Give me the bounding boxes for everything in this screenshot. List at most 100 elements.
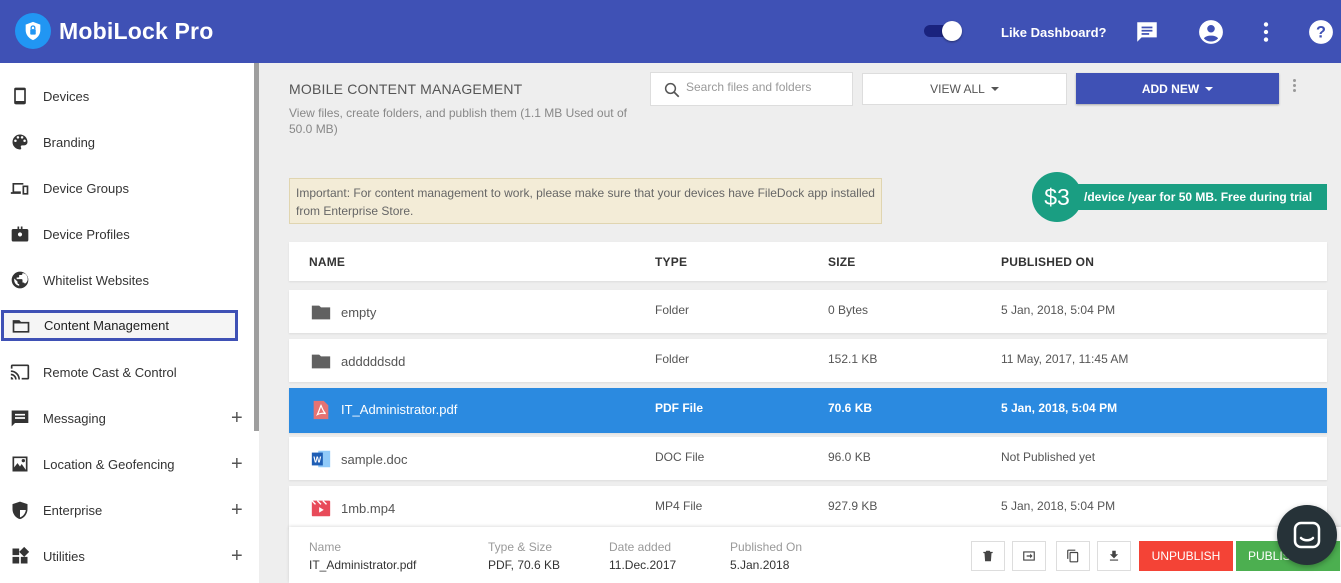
widgets-icon (10, 546, 30, 566)
caret-down-icon (1205, 86, 1214, 91)
table-row-selected[interactable]: IT_Administrator.pdf PDF File 70.6 KB 5 … (289, 388, 1327, 433)
table-row[interactable]: W sample.doc DOC File 96.0 KB Not Publis… (289, 437, 1327, 480)
table-row[interactable]: adddddsdd Folder 152.1 KB 11 May, 2017, … (289, 339, 1327, 382)
folder-icon (11, 316, 31, 336)
sidebar-item-device-groups[interactable]: Device Groups (0, 165, 252, 211)
file-name: IT_Administrator.pdf (341, 402, 458, 417)
sidebar-item-label: Enterprise (43, 502, 103, 518)
table-row[interactable]: empty Folder 0 Bytes 5 Jan, 2018, 5:04 P… (289, 290, 1327, 333)
sidebar-item-label: Utilities (43, 548, 85, 564)
sidebar-item-label: Messaging (43, 410, 106, 426)
file-size: 152.1 KB (828, 352, 878, 366)
search-input[interactable] (686, 80, 846, 94)
sidebar-item-branding[interactable]: Branding (0, 119, 252, 165)
sidebar-item-remote-cast[interactable]: Remote Cast & Control (0, 349, 252, 395)
word-icon: W (310, 448, 332, 470)
detail-date-label: Date added (609, 540, 672, 554)
folder-icon (310, 301, 332, 323)
cast-icon (10, 362, 30, 382)
expand-plus-icon[interactable]: + (231, 500, 243, 520)
column-header-published[interactable]: PUBLISHED ON (1001, 255, 1094, 269)
file-name: sample.doc (341, 452, 408, 467)
account-icon[interactable] (1198, 19, 1224, 45)
expand-plus-icon[interactable]: + (231, 454, 243, 474)
file-size: 96.0 KB (828, 450, 871, 464)
column-header-size[interactable]: SIZE (828, 255, 855, 269)
sidebar-item-enterprise[interactable]: Enterprise + (0, 487, 252, 533)
video-icon (310, 497, 332, 519)
sidebar-item-devices[interactable]: Devices (0, 73, 252, 119)
detail-type-label: Type & Size (488, 540, 553, 554)
column-header-type[interactable]: TYPE (655, 255, 687, 269)
file-published: Not Published yet (1001, 450, 1096, 464)
svg-text:W: W (313, 456, 321, 465)
support-chat-icon[interactable] (1277, 505, 1337, 565)
sidebar-item-messaging[interactable]: Messaging + (0, 395, 252, 441)
more-options-icon[interactable] (1289, 78, 1299, 96)
delete-button[interactable] (971, 541, 1005, 571)
pdf-icon (310, 399, 332, 421)
help-icon[interactable]: ? (1308, 19, 1334, 45)
sidebar-item-location[interactable]: Location & Geofencing + (0, 441, 252, 487)
sidebar-item-content-management[interactable]: Content Management (1, 310, 238, 341)
sidebar-item-label: Device Groups (43, 180, 129, 196)
like-dashboard-label: Like Dashboard? (1001, 25, 1107, 40)
detail-published-value: 5.Jan.2018 (730, 558, 790, 572)
column-header-name[interactable]: NAME (309, 255, 345, 269)
file-size: 0 Bytes (828, 303, 869, 317)
search-icon (664, 82, 680, 98)
palette-icon (10, 132, 30, 152)
search-box[interactable] (650, 72, 853, 106)
view-all-dropdown[interactable]: VIEW ALL (862, 73, 1067, 105)
file-published: 5 Jan, 2018, 5:04 PM (1001, 401, 1118, 415)
table-header: NAME TYPE SIZE PUBLISHED ON (289, 242, 1327, 281)
sidebar-item-label: Branding (43, 134, 96, 150)
app-logo-icon (15, 13, 51, 49)
copy-button[interactable] (1056, 541, 1090, 571)
message-icon (10, 408, 30, 428)
file-size: 927.9 KB (828, 499, 878, 513)
page-title: MOBILE CONTENT MANAGEMENT (289, 81, 523, 97)
map-icon (10, 454, 30, 474)
detail-name-value: IT_Administrator.pdf (309, 558, 417, 572)
sidebar-item-label: Device Profiles (43, 226, 130, 242)
file-type: PDF File (655, 401, 704, 415)
detail-published-label: Published On (730, 540, 803, 554)
add-new-label: ADD NEW (1141, 81, 1200, 96)
move-button[interactable] (1012, 541, 1046, 571)
file-type: MP4 File (655, 499, 703, 513)
top-app-bar: MobiLock Pro Like Dashboard? ? (0, 0, 1341, 63)
file-type: DOC File (655, 450, 705, 464)
file-published: 11 May, 2017, 11:45 AM (1001, 352, 1129, 366)
chat-icon[interactable] (1134, 19, 1160, 45)
file-published: 5 Jan, 2018, 5:04 PM (1001, 499, 1116, 513)
file-size: 70.6 KB (828, 401, 873, 415)
file-type: Folder (655, 352, 690, 366)
sidebar-item-device-profiles[interactable]: Device Profiles (0, 211, 252, 257)
detail-date-value: 11.Dec.2017 (609, 558, 677, 572)
add-new-button[interactable]: ADD NEW (1076, 73, 1279, 104)
app-title: MobiLock Pro (59, 18, 214, 44)
file-name: 1mb.mp4 (341, 501, 396, 516)
file-type: Folder (655, 303, 690, 317)
sidebar-item-label: Devices (43, 88, 90, 104)
sidebar-scrollbar[interactable] (254, 63, 259, 431)
globe-icon (10, 270, 30, 290)
sidebar-item-utilities[interactable]: Utilities + (0, 533, 252, 579)
dashboard-toggle[interactable] (924, 21, 962, 41)
phone-icon (10, 86, 30, 106)
unpublish-button[interactable]: UNPUBLISH (1139, 541, 1233, 571)
price-badge: $3 (1032, 172, 1082, 222)
devices-icon (10, 178, 30, 198)
expand-plus-icon[interactable]: + (231, 408, 243, 428)
sidebar-item-whitelist-websites[interactable]: Whitelist Websites (0, 257, 252, 303)
move-icon (1023, 551, 1035, 561)
sidebar-item-label: Content Management (44, 318, 170, 333)
expand-plus-icon[interactable]: + (231, 546, 243, 566)
table-row[interactable]: 1mb.mp4 MP4 File 927.9 KB 5 Jan, 2018, 5… (289, 486, 1327, 529)
file-name: empty (341, 305, 377, 320)
more-vert-icon[interactable] (1253, 19, 1279, 45)
sidebar: Devices Branding Device Groups Device Pr… (0, 63, 259, 583)
file-detail-bar: Name IT_Administrator.pdf Type & Size PD… (289, 527, 1341, 583)
download-button[interactable] (1097, 541, 1131, 571)
